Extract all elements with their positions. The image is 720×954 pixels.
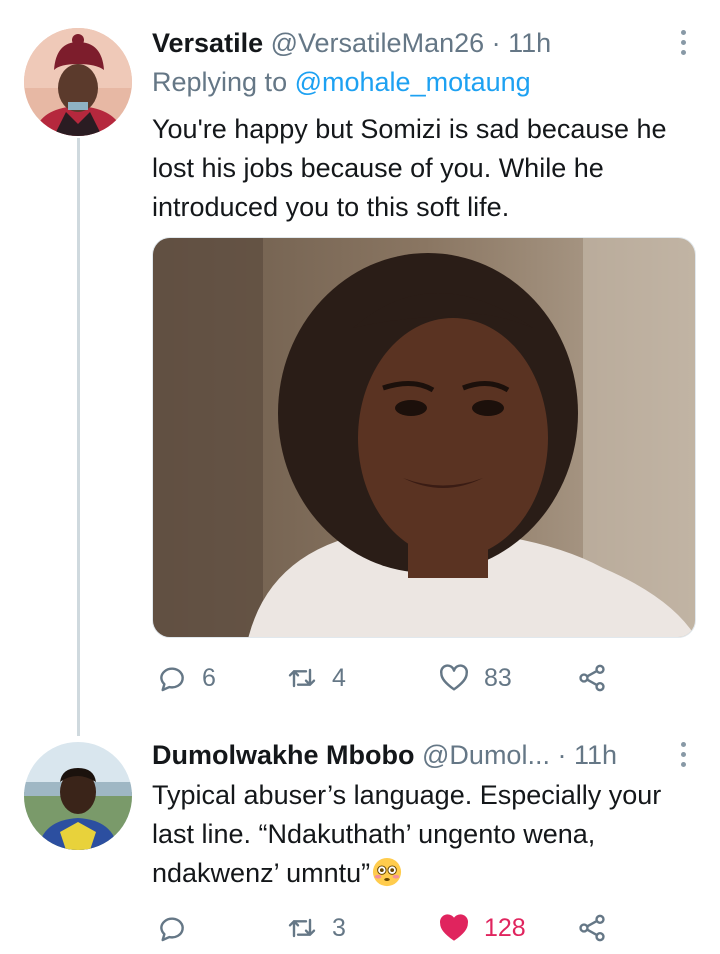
tweet-header: Versatile @VersatileMan26 · 11h	[152, 26, 680, 60]
like-count: 83	[484, 663, 512, 692]
reply-button[interactable]: 6	[156, 658, 216, 698]
timestamp[interactable]: 11h	[574, 740, 617, 770]
reply-count: 6	[202, 663, 216, 692]
avatar[interactable]	[24, 742, 132, 850]
retweet-count: 4	[332, 663, 346, 692]
tweet-text: You're happy but Somizi is sad because h…	[152, 114, 667, 222]
replying-label: Replying to	[152, 67, 288, 97]
like-count: 128	[484, 913, 526, 942]
tweet-text: Typical abuser’s language. Especially yo…	[152, 776, 682, 893]
reply-icon	[160, 667, 184, 692]
replying-to: Replying to @mohale_motaung	[152, 64, 531, 100]
tweet-text-content: Typical abuser’s language. Especially yo…	[152, 780, 662, 888]
handle[interactable]: @VersatileMan26	[271, 28, 485, 58]
tweet-header: Dumolwakhe Mbobo @Dumol... · 11h	[152, 738, 680, 772]
timestamp[interactable]: 11h	[508, 28, 551, 58]
display-name[interactable]: Dumolwakhe Mbobo	[152, 740, 415, 770]
reply-icon	[160, 917, 184, 942]
like-button[interactable]: 83	[438, 658, 512, 698]
reply-button[interactable]	[156, 908, 202, 948]
retweet-button[interactable]: 4	[286, 658, 346, 698]
share-button[interactable]	[576, 908, 608, 948]
retweet-count: 3	[332, 913, 346, 942]
tweet-actions: 6 4 83	[152, 658, 696, 698]
retweet-icon	[288, 918, 316, 938]
retweet-icon	[288, 668, 316, 688]
tweet[interactable]: Dumolwakhe Mbobo @Dumol... · 11h Typical…	[0, 735, 720, 954]
avatar[interactable]	[24, 28, 132, 136]
more-vertical-icon[interactable]	[678, 30, 688, 58]
heart-icon	[440, 664, 468, 691]
mention-link[interactable]: @mohale_motaung	[295, 67, 531, 97]
retweet-button[interactable]: 3	[286, 908, 346, 948]
heart-icon	[440, 914, 468, 941]
like-button[interactable]: 128	[438, 908, 526, 948]
display-name[interactable]: Versatile	[152, 28, 263, 58]
tweet[interactable]: Versatile @VersatileMan26 · 11h Replying…	[0, 0, 720, 735]
tweet-actions: 3 128	[152, 908, 696, 948]
more-vertical-icon[interactable]	[678, 742, 688, 770]
tweet-image[interactable]	[152, 237, 696, 638]
share-icon	[579, 664, 605, 692]
handle[interactable]: @Dumol...	[422, 740, 550, 770]
flushed-face-emoji	[373, 857, 402, 887]
dot-separator: ·	[557, 740, 574, 770]
share-icon	[579, 914, 605, 942]
dot-separator: ·	[491, 28, 509, 58]
share-button[interactable]	[576, 658, 608, 698]
